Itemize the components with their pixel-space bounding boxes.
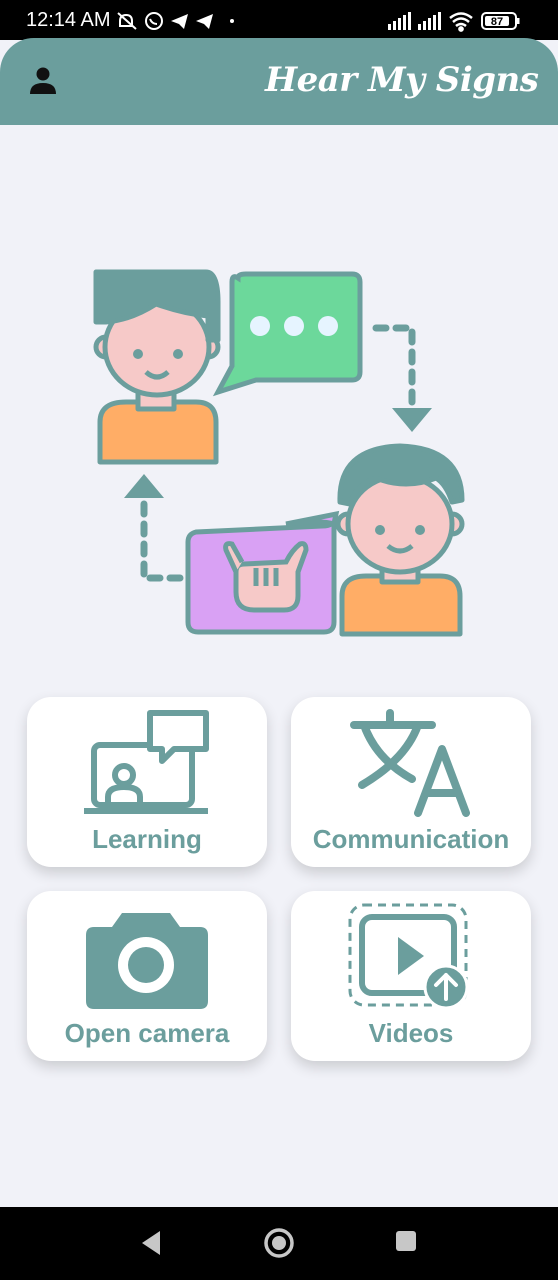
learning-card[interactable]: Learning (27, 697, 267, 867)
signal-icon (388, 12, 411, 30)
videos-label: Videos (368, 1018, 454, 1048)
open-camera-label: Open camera (64, 1018, 230, 1048)
arrow-down-head (392, 408, 432, 432)
recents-icon[interactable] (394, 1229, 418, 1253)
learning-label: Learning (92, 824, 202, 854)
home-icon[interactable] (263, 1227, 295, 1259)
video-upload-icon (348, 903, 469, 1010)
battery-percent: 87 (491, 16, 503, 28)
battery-icon: 87 (481, 12, 520, 30)
camera-icon (86, 913, 208, 1009)
status-right-icons: 87 (388, 12, 520, 32)
navigation-bar (0, 1207, 558, 1280)
open-camera-card[interactable]: Open camera (27, 891, 267, 1061)
signal-icon (418, 12, 441, 30)
arrow-down (372, 324, 416, 406)
back-icon[interactable] (138, 1229, 164, 1257)
app-title: Hear My Signs (265, 60, 539, 100)
videos-card[interactable]: Videos (291, 891, 531, 1061)
person-bottom-right (335, 443, 465, 637)
status-bar: 12:14 AM 87 (0, 0, 558, 40)
speech-bubble (212, 271, 363, 397)
learning-icon (84, 710, 209, 814)
person-icon[interactable] (28, 66, 58, 96)
arrow-up-head (124, 474, 164, 498)
sign-bubble (185, 510, 340, 635)
sign-language-conversation-illustration (93, 269, 465, 637)
translate-icon (350, 709, 470, 817)
telegram-icon (171, 14, 188, 29)
arrow-up (140, 498, 184, 582)
telegram-icon (196, 14, 213, 29)
person-top-left (93, 269, 221, 465)
status-time: 12:14 AM (26, 9, 111, 31)
communication-card[interactable]: Communication (291, 697, 531, 867)
status-left-icons (117, 12, 234, 30)
app-bar: Hear My Signs (0, 38, 558, 125)
whatsapp-icon (145, 12, 163, 30)
dot-icon (230, 19, 234, 23)
communication-label: Communication (312, 824, 510, 854)
wifi-icon (449, 12, 473, 32)
mute-icon (117, 12, 137, 30)
